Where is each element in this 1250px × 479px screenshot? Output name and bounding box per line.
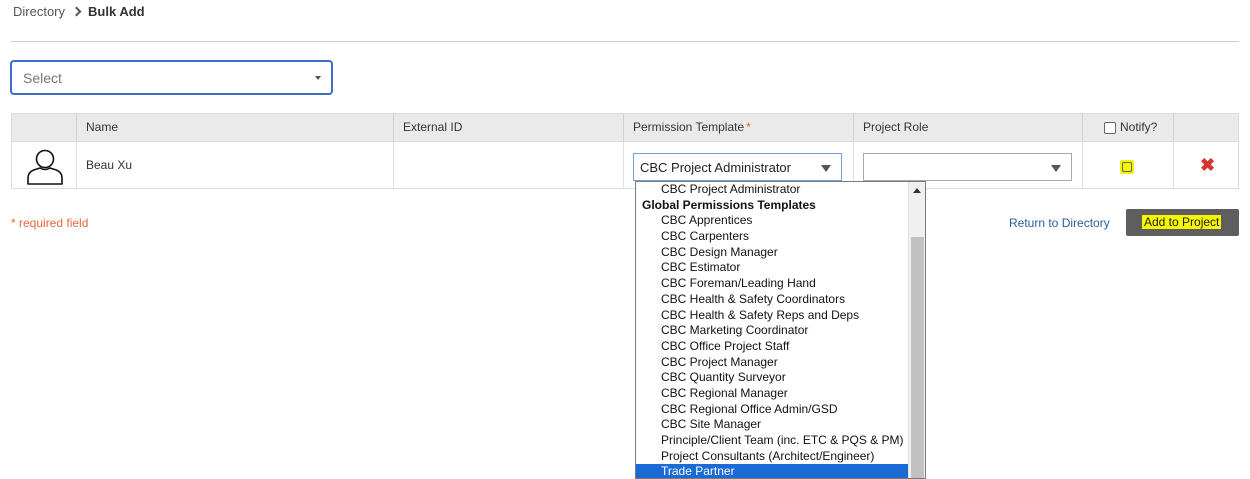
name-cell: Beau Xu bbox=[77, 142, 394, 188]
header-name: Name bbox=[77, 114, 394, 141]
dropdown-option[interactable]: CBC Apprentices bbox=[636, 213, 910, 229]
table-header: Name External ID Permission Template * Pr… bbox=[11, 113, 1239, 142]
add-to-project-button[interactable]: Add to Project bbox=[1126, 209, 1239, 236]
chevron-down-icon bbox=[1051, 165, 1061, 172]
header-avatar bbox=[12, 114, 77, 141]
required-asterisk: * bbox=[746, 120, 751, 134]
dropdown-option[interactable]: Trade Partner bbox=[636, 464, 910, 478]
dropdown-option[interactable]: Principle/Client Team (inc. ETC & PQS & … bbox=[636, 433, 910, 449]
chevron-down-icon bbox=[315, 76, 321, 80]
chevron-right-icon bbox=[71, 6, 82, 17]
add-to-project-label: Add to Project bbox=[1142, 215, 1222, 229]
header-project-role: Project Role bbox=[854, 114, 1083, 141]
table-row: Beau Xu CBC Project Administrator ✖ bbox=[11, 142, 1239, 189]
header-permission-template-label: Permission Template bbox=[633, 120, 745, 134]
breadcrumb-current: Bulk Add bbox=[88, 4, 145, 19]
dropdown-option[interactable]: Project Consultants (Architect/Engineer) bbox=[636, 449, 910, 465]
permission-template-select[interactable]: CBC Project Administrator bbox=[633, 153, 842, 181]
dropdown-option[interactable]: CBC Project Administrator bbox=[636, 182, 910, 198]
scrollbar[interactable] bbox=[908, 182, 925, 478]
dropdown-option[interactable]: CBC Office Project Staff bbox=[636, 339, 910, 355]
bulk-add-table: Name External ID Permission Template * Pr… bbox=[11, 113, 1239, 189]
notify-all-checkbox[interactable] bbox=[1104, 121, 1116, 134]
header-notify-label: Notify? bbox=[1120, 120, 1158, 134]
option-group-label: Global Permissions Templates bbox=[642, 197, 816, 212]
header-permission-template: Permission Template * bbox=[624, 114, 854, 141]
header-external-id: External ID bbox=[394, 114, 624, 141]
dropdown-option[interactable]: CBC Site Manager bbox=[636, 417, 910, 433]
permission-template-options: CBC Project Administrator Global Permissi… bbox=[635, 181, 926, 479]
dropdown-option[interactable]: CBC Regional Manager bbox=[636, 386, 910, 402]
dropdown-option[interactable]: CBC Marketing Coordinator bbox=[636, 323, 910, 339]
options-list: CBC Project Administrator Global Permissi… bbox=[636, 182, 910, 478]
breadcrumb: Directory Bulk Add bbox=[13, 4, 145, 19]
required-field-note: * required field bbox=[11, 216, 89, 230]
permission-template-value: CBC Project Administrator bbox=[640, 160, 791, 175]
delete-x-icon[interactable]: ✖ bbox=[1200, 156, 1215, 174]
breadcrumb-directory-link[interactable]: Directory bbox=[13, 4, 65, 19]
dropdown-option[interactable]: CBC Foreman/Leading Hand bbox=[636, 276, 910, 292]
delete-cell: ✖ bbox=[1174, 142, 1239, 188]
header-divider bbox=[11, 41, 1239, 42]
header-delete bbox=[1174, 114, 1239, 141]
user-select-dropdown[interactable]: Select bbox=[10, 60, 333, 95]
user-outline-icon bbox=[27, 149, 63, 185]
dropdown-option[interactable]: CBC Estimator bbox=[636, 260, 910, 276]
user-name: Beau Xu bbox=[86, 158, 133, 172]
external-id-cell bbox=[394, 142, 624, 188]
scrollbar-thumb[interactable] bbox=[911, 237, 924, 478]
dropdown-option[interactable]: CBC Regional Office Admin/GSD bbox=[636, 402, 910, 418]
project-role-select[interactable] bbox=[863, 153, 1072, 181]
return-to-directory-link[interactable]: Return to Directory bbox=[1009, 216, 1110, 230]
avatar-cell bbox=[12, 142, 77, 188]
dropdown-option[interactable]: CBC Project Manager bbox=[636, 355, 910, 371]
dropdown-option[interactable]: CBC Carpenters bbox=[636, 229, 910, 245]
dropdown-option[interactable]: CBC Quantity Surveyor bbox=[636, 370, 910, 386]
notify-checkbox[interactable] bbox=[1120, 160, 1134, 174]
header-notify: Notify? bbox=[1083, 114, 1174, 141]
notify-cell bbox=[1083, 142, 1174, 188]
user-select-placeholder: Select bbox=[23, 70, 62, 86]
dropdown-option[interactable]: CBC Design Manager bbox=[636, 245, 910, 261]
dropdown-option[interactable]: CBC Health & Safety Reps and Deps bbox=[636, 308, 910, 324]
scroll-up-icon[interactable] bbox=[913, 188, 921, 193]
chevron-down-icon bbox=[821, 165, 831, 172]
dropdown-option[interactable]: CBC Health & Safety Coordinators bbox=[636, 292, 910, 308]
